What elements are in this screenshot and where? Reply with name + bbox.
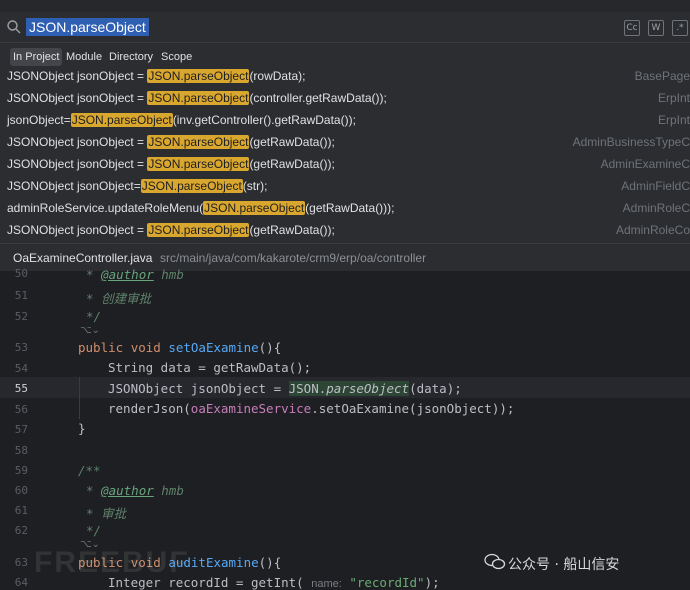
line-number: 62 — [14, 524, 28, 537]
freebuf-watermark: FREEBUF — [34, 546, 190, 579]
watermark-text: 公众号 · 船山信安 — [508, 557, 620, 573]
line-number: 61 — [14, 504, 28, 517]
code-line: * 创建审批 — [86, 291, 152, 306]
line-number: 59 — [14, 464, 28, 477]
code-line-current: JSONObject jsonObject = JSON.parseObject… — [108, 381, 462, 396]
window-top-strip — [0, 0, 690, 12]
result-row[interactable]: JSONObject jsonObject = JSON.parseObject… — [0, 131, 690, 153]
result-file: BasePage — [634, 69, 690, 83]
result-row[interactable]: JSONObject jsonObject = JSON.parseObject… — [0, 87, 690, 109]
param-hint: name: — [311, 578, 342, 590]
code-line: * @author hmb — [86, 267, 184, 282]
code-line: * 审批 — [86, 506, 127, 521]
line-number: 60 — [14, 484, 28, 497]
result-row[interactable]: JSONObject jsonObject = JSON.parseObject… — [0, 153, 690, 175]
match-case-icon[interactable]: Cc — [624, 20, 640, 36]
regex-icon[interactable]: .* — [672, 20, 688, 36]
code-line: */ — [86, 523, 102, 538]
search-icon — [7, 20, 21, 34]
line-number: 58 — [14, 444, 28, 457]
match-highlight: JSON.parseObject — [203, 201, 306, 215]
line-number: 64 — [14, 576, 28, 589]
tab-module[interactable]: Module — [63, 48, 105, 66]
line-number: 52 — [14, 310, 28, 323]
result-row[interactable]: JSONObject jsonObject = JSON.parseObject… — [0, 69, 690, 87]
search-bar: JSON.parseObject Cc W .* — [0, 12, 690, 43]
code-line: String data = getRawData(); — [108, 360, 312, 375]
result-file: AdminRoleC — [622, 201, 690, 215]
result-row[interactable]: JSONObject jsonObject=JSON.parseObject(s… — [0, 175, 690, 197]
result-row[interactable]: adminRoleService.updateRoleMenu(JSON.par… — [0, 197, 690, 219]
result-file: AdminRoleCo — [615, 223, 690, 237]
match-highlight: JSON.parseObject — [140, 179, 243, 193]
tab-in-project[interactable]: In Project — [10, 48, 63, 66]
result-row[interactable]: jsonObject=JSON.parseObject(inv.getContr… — [0, 109, 690, 131]
code-line: * @author hmb — [86, 483, 184, 498]
code-line: public void setOaExamine(){ — [78, 340, 282, 355]
result-file: AdminFieldC — [621, 179, 690, 193]
line-number: 54 — [14, 362, 28, 375]
match-highlight: JSON.parseObject — [70, 113, 173, 127]
whole-words-icon[interactable]: W — [648, 20, 664, 36]
preview-file-path: src/main/java/com/kakarote/crm9/erp/oa/c… — [160, 251, 427, 265]
tab-directory[interactable]: Directory — [106, 48, 156, 66]
fold-icon[interactable]: ⌥⌄ — [80, 325, 100, 336]
line-number: 55 — [14, 382, 28, 395]
match-highlight: JSON.parseObject — [147, 91, 250, 105]
code-editor[interactable]: 50 51 52 53 54 55 56 57 58 59 60 61 62 6… — [0, 267, 690, 590]
wechat-icon — [484, 553, 506, 570]
match-highlight: JSON.parseObject — [147, 135, 250, 149]
code-line: */ — [86, 309, 102, 324]
search-options: Cc W .* — [624, 20, 688, 36]
result-row[interactable]: JSONObject jsonObject = JSON.parseObject… — [0, 219, 690, 241]
line-number: 56 — [14, 403, 28, 416]
result-file: ErpInt — [657, 113, 690, 127]
line-number: 63 — [14, 556, 28, 569]
result-file: AdminExamineC — [600, 157, 690, 171]
code-line: renderJson(oaExamineService.setOaExamine… — [108, 401, 515, 416]
line-number: 53 — [14, 341, 28, 354]
code-line: /** — [78, 463, 101, 478]
code-line: } — [78, 421, 86, 436]
line-number: 51 — [14, 289, 28, 302]
match-highlight: JSON.parseObject — [147, 69, 250, 83]
match-highlight: JSON.parseObject — [147, 157, 250, 171]
scope-tabs: In Project Module Directory Scope — [0, 43, 690, 69]
search-input[interactable]: JSON.parseObject — [26, 18, 149, 36]
line-number: 57 — [14, 423, 28, 436]
result-file: ErpInt — [657, 91, 690, 105]
tab-scope[interactable]: Scope — [158, 48, 195, 66]
results-list: JSONObject jsonObject = JSON.parseObject… — [0, 69, 690, 243]
line-number: 50 — [14, 267, 28, 280]
match-highlight: JSON.parseObject — [147, 223, 250, 237]
search-match-in-editor: JSON.parseObject — [288, 381, 410, 396]
indent-guide — [79, 377, 80, 419]
result-file: AdminBusinessTypeC — [572, 135, 690, 149]
